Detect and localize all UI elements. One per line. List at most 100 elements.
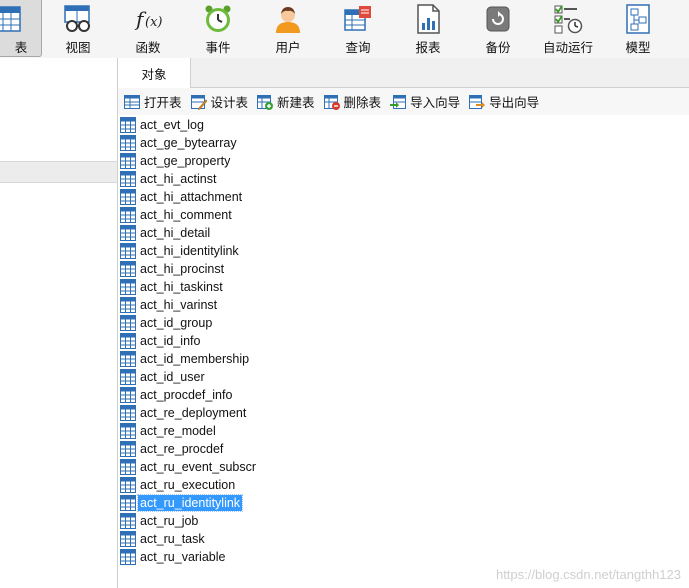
new-table-icon [257, 94, 274, 110]
table-row[interactable]: act_re_model [120, 422, 218, 439]
table-row[interactable]: act_ru_event_subscr [120, 458, 258, 475]
table-row[interactable]: act_id_membership [120, 350, 251, 367]
table-row[interactable]: act_hi_actinst [120, 170, 218, 187]
table-icon [120, 548, 136, 565]
toolbar-report-button[interactable]: 报表 [393, 0, 463, 57]
toolbar-label: 查询 [345, 41, 371, 55]
table-row[interactable]: act_ge_bytearray [120, 134, 239, 151]
model-icon [623, 4, 653, 34]
table-row[interactable]: act_ru_execution [120, 476, 237, 493]
table-row[interactable]: act_hi_identitylink [120, 242, 241, 259]
table-name: act_re_model [140, 423, 216, 438]
table-row[interactable]: act_ru_identitylink [120, 493, 244, 512]
table-row[interactable]: act_hi_attachment [120, 188, 244, 205]
open-table-label: 打开表 [144, 96, 182, 110]
toolbar-user-button[interactable]: 用户 [253, 0, 323, 57]
table-icon [120, 206, 136, 223]
toolbar-model-button[interactable]: 模型 [603, 0, 673, 57]
table-icon [120, 188, 136, 205]
table-row[interactable]: act_hi_taskinst [120, 278, 225, 295]
toolbar-auto-run-button[interactable]: 自动运行 [533, 0, 603, 57]
table-row[interactable]: act_hi_comment [120, 206, 234, 223]
svg-text:(x): (x) [145, 15, 162, 30]
toolbar-backup-button[interactable]: 备份 [463, 0, 533, 57]
table-name: act_re_deployment [140, 405, 247, 420]
query-icon [343, 4, 373, 34]
main-toolbar: 表 视图 f (x) 函数 事件 用户 查询 报表 备份 自动运行 模型 [0, 0, 689, 59]
table-row[interactable]: act_re_deployment [120, 404, 248, 421]
table-name: act_re_procdef [140, 441, 224, 456]
table-icon [120, 404, 136, 421]
table-list[interactable]: act_evt_log act_ge_bytearray act_ge_proper… [118, 116, 689, 588]
toolbar-label: 用户 [275, 41, 301, 55]
design-table-button[interactable]: 设计表 [190, 92, 248, 112]
toolbar-view-button[interactable]: 视图 [43, 0, 113, 57]
table-icon [120, 440, 136, 457]
table-name: act_ru_job [140, 513, 199, 528]
event-clock-icon [203, 4, 233, 34]
table-name: act_id_group [140, 315, 213, 330]
toolbar-function-button[interactable]: f (x) 函数 [113, 0, 183, 57]
table-name: act_hi_varinst [140, 297, 218, 312]
table-icon [120, 368, 136, 385]
table-row[interactable]: act_hi_varinst [120, 296, 219, 313]
new-table-button[interactable]: 新建表 [257, 92, 315, 112]
export-wizard-icon [469, 94, 486, 109]
tab-objects[interactable]: 对象 [118, 58, 191, 88]
table-icon [120, 224, 136, 241]
user-icon [273, 4, 303, 34]
table-icon [120, 170, 136, 187]
table-row[interactable]: act_ge_property [120, 152, 232, 169]
table-icon [120, 296, 136, 313]
import-wizard-icon [390, 94, 407, 109]
delete-table-icon [323, 94, 340, 110]
table-icon [120, 386, 136, 403]
table-row[interactable]: act_ru_variable [120, 548, 227, 565]
table-name: act_id_user [140, 369, 205, 384]
table-name: act_id_membership [140, 351, 250, 366]
table-icon [120, 278, 136, 295]
table-icon [120, 260, 136, 277]
delete-table-label: 删除表 [343, 96, 382, 110]
toolbar-query-button[interactable]: 查询 [323, 0, 393, 57]
table-name: act_hi_taskinst [140, 279, 223, 294]
table-name: act_ru_execution [140, 477, 236, 492]
toolbar-table-button[interactable]: 表 [0, 0, 42, 57]
table-row[interactable]: act_procdef_info [120, 386, 234, 403]
table-name: act_ru_task [140, 531, 205, 546]
table-row[interactable]: act_id_info [120, 332, 202, 349]
table-name: act_ru_event_subscr [140, 459, 257, 474]
table-icon [120, 134, 136, 151]
connection-tree-pane[interactable] [0, 58, 118, 588]
table-name: act_ru_variable [140, 549, 226, 564]
export-wizard-button[interactable]: 导出向导 [469, 92, 539, 112]
table-row[interactable]: act_evt_log [120, 116, 206, 133]
table-icon [120, 242, 136, 259]
delete-table-button[interactable]: 删除表 [323, 92, 382, 112]
import-wizard-label: 导入向导 [410, 96, 461, 110]
table-name: act_hi_attachment [140, 189, 243, 204]
table-name: act_ru_identitylink [136, 493, 244, 512]
open-table-icon [124, 94, 140, 109]
table-row[interactable]: act_id_group [120, 314, 214, 331]
table-row[interactable]: act_ru_job [120, 512, 200, 529]
table-row[interactable]: act_ru_task [120, 530, 207, 547]
open-table-button[interactable]: 打开表 [124, 92, 182, 112]
table-row[interactable]: act_hi_detail [120, 224, 212, 241]
table-row[interactable]: act_id_user [120, 368, 207, 385]
toolbar-label: 备份 [485, 41, 511, 55]
toolbar-label: 模型 [625, 41, 651, 55]
table-icon [120, 350, 136, 367]
table-name: act_ge_property [140, 153, 231, 168]
import-wizard-button[interactable]: 导入向导 [390, 92, 460, 112]
toolbar-event-button[interactable]: 事件 [183, 0, 253, 57]
watermark: https://blog.csdn.net/tangthh123 [495, 567, 681, 582]
object-tab-bar: 对象 [118, 58, 689, 88]
selected-tree-row[interactable] [0, 161, 117, 183]
table-name: act_hi_identitylink [140, 243, 239, 258]
table-name: act_hi_detail [140, 225, 211, 240]
table-name: act_id_info [140, 333, 201, 348]
table-row[interactable]: act_hi_procinst [120, 260, 226, 277]
table-name: act_hi_procinst [140, 261, 225, 276]
table-row[interactable]: act_re_procdef [120, 440, 225, 457]
